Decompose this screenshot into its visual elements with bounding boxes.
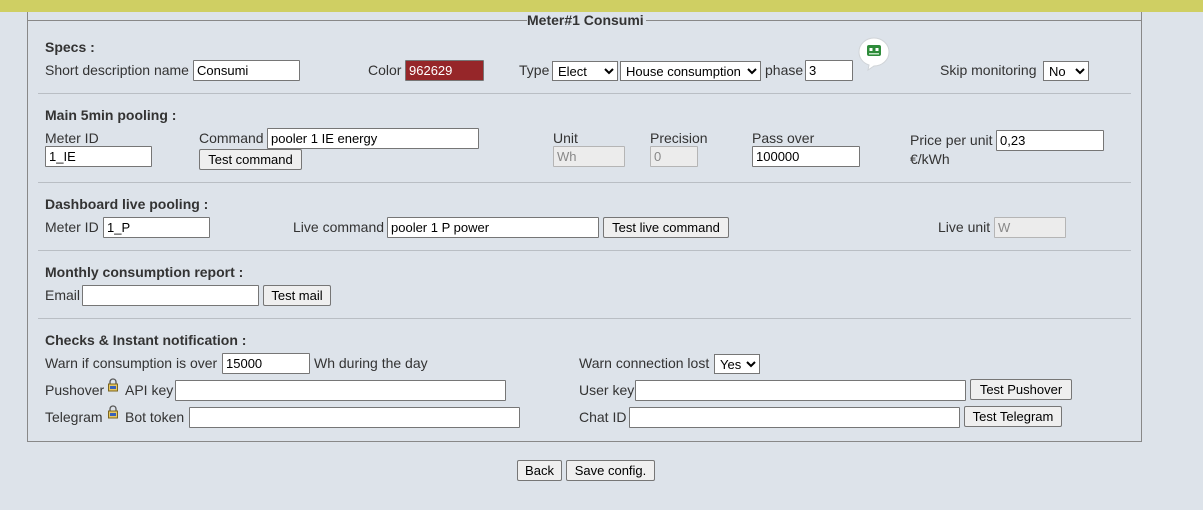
section-divider — [38, 250, 1131, 251]
bot-token-label: Bot token — [125, 409, 185, 425]
panel-title: Meter#1 Consumi — [527, 12, 644, 28]
chat-id-input[interactable] — [629, 407, 960, 428]
warn-consumption-input[interactable] — [222, 353, 310, 374]
section-divider — [38, 182, 1131, 183]
pass-over-input[interactable] — [752, 146, 860, 167]
pushover-label: Pushover — [45, 382, 105, 398]
chat-id-label: Chat ID — [579, 409, 627, 425]
unit-label: Unit — [553, 130, 578, 146]
api-key-label: API key — [125, 382, 174, 398]
phase-input[interactable] — [805, 60, 853, 81]
bot-token-input[interactable] — [189, 407, 520, 428]
test-live-command-button[interactable]: Test live command — [603, 217, 729, 238]
phase-label: phase — [765, 62, 804, 78]
live-unit-label: Live unit — [938, 219, 991, 235]
pooling-heading: Main 5min pooling : — [45, 107, 177, 123]
user-key-input[interactable] — [635, 380, 966, 401]
warn-consumption-suffix: Wh during the day — [314, 355, 428, 371]
section-divider — [38, 93, 1131, 94]
price-per-unit-label: Price per unit — [910, 132, 993, 148]
type-select[interactable]: Elect — [552, 61, 618, 81]
color-input[interactable] — [405, 60, 484, 81]
skip-monitoring-select[interactable]: No — [1043, 61, 1089, 81]
precision-label: Precision — [650, 130, 708, 146]
email-label: Email — [45, 287, 81, 303]
pass-over-label: Pass over — [752, 130, 815, 146]
warn-connection-label: Warn connection lost — [579, 355, 710, 371]
precision-input — [650, 146, 698, 167]
price-unit-label: €/kWh — [910, 151, 950, 167]
live-command-label: Live command — [293, 219, 385, 235]
lock-icon[interactable] — [106, 378, 120, 392]
section-divider — [38, 318, 1131, 319]
panel-border — [27, 20, 527, 21]
back-button[interactable]: Back — [517, 460, 562, 481]
category-select[interactable]: House consumption — [620, 61, 761, 81]
lock-icon[interactable] — [106, 405, 120, 419]
live-unit-input — [994, 217, 1066, 238]
telegram-label: Telegram — [45, 409, 103, 425]
top-bar — [0, 0, 1203, 12]
report-heading: Monthly consumption report : — [45, 264, 244, 280]
test-telegram-button[interactable]: Test Telegram — [964, 406, 1062, 427]
live-heading: Dashboard live pooling : — [45, 196, 209, 212]
test-pushover-button[interactable]: Test Pushover — [970, 379, 1072, 400]
checks-heading: Checks & Instant notification : — [45, 332, 247, 348]
user-key-label: User key — [579, 382, 635, 398]
panel-border — [646, 20, 1142, 21]
save-config-button[interactable]: Save config. — [566, 460, 655, 481]
api-key-input[interactable] — [175, 380, 506, 401]
type-label: Type — [519, 62, 550, 78]
command-input[interactable] — [267, 128, 479, 149]
test-mail-button[interactable]: Test mail — [263, 285, 331, 306]
warn-connection-select[interactable]: Yes — [714, 354, 760, 374]
live-command-input[interactable] — [387, 217, 599, 238]
email-input[interactable] — [82, 285, 259, 306]
unit-input — [553, 146, 625, 167]
short-description-input[interactable] — [193, 60, 300, 81]
skip-monitoring-label: Skip monitoring — [940, 62, 1037, 78]
color-label: Color — [368, 62, 402, 78]
warn-consumption-label: Warn if consumption is over — [45, 355, 218, 371]
meter-id-label: Meter ID — [45, 130, 99, 146]
live-meter-id-label: Meter ID — [45, 219, 99, 235]
meter-id-input[interactable] — [45, 146, 152, 167]
command-label: Command — [199, 130, 264, 146]
price-per-unit-input[interactable] — [996, 130, 1104, 151]
robot-icon[interactable] — [856, 36, 892, 72]
test-command-button[interactable]: Test command — [199, 149, 302, 170]
live-meter-id-input[interactable] — [103, 217, 210, 238]
specs-heading: Specs : — [45, 39, 95, 55]
short-description-label: Short description name — [45, 62, 189, 78]
